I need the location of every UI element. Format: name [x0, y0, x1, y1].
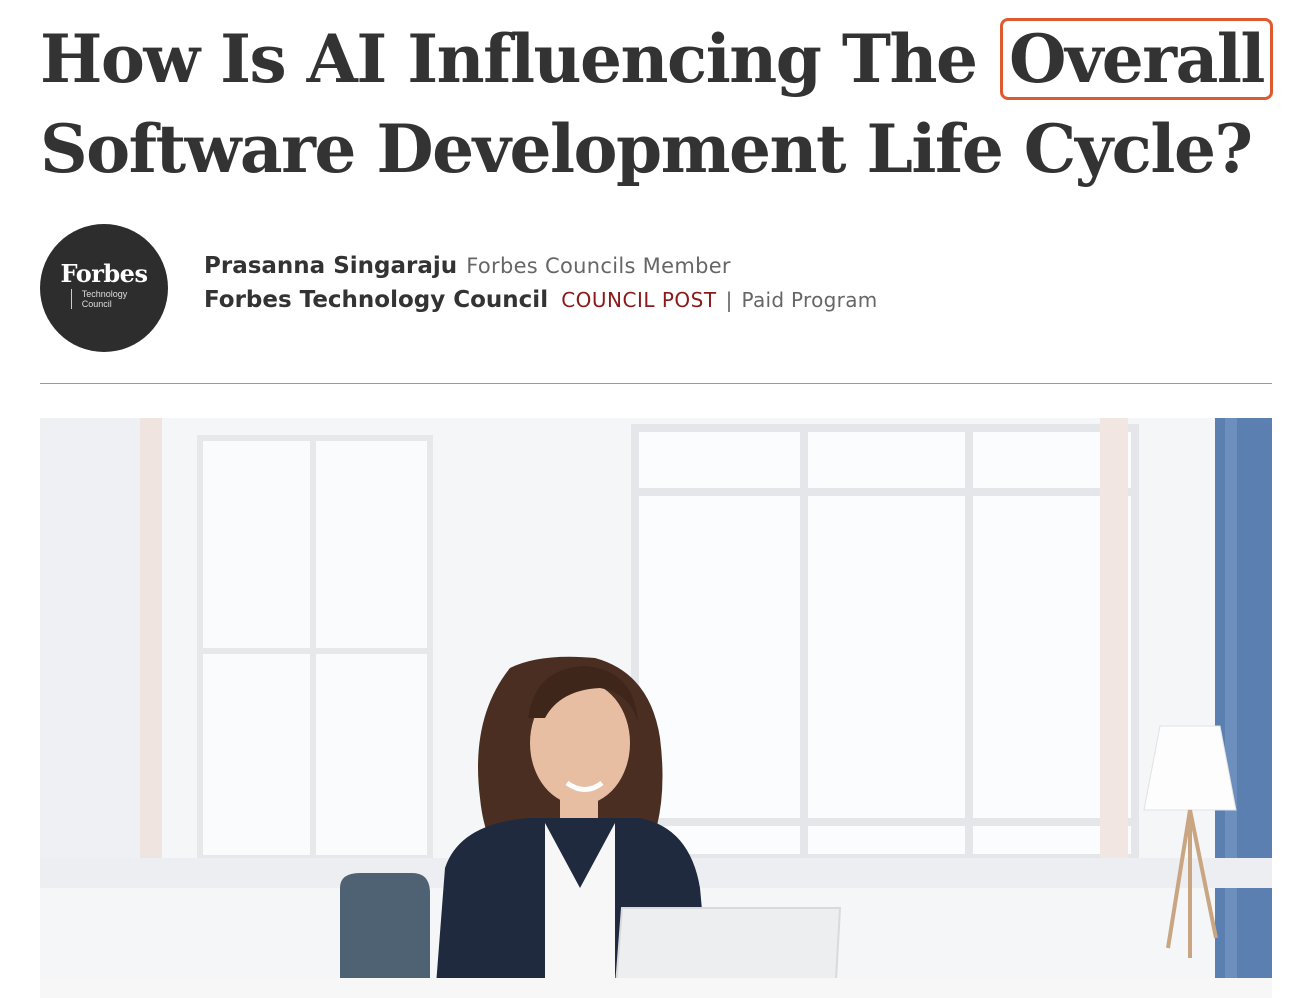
council-row: Forbes Technology Council COUNCIL POST |…	[204, 284, 878, 318]
forbes-logo-text: Forbes	[60, 259, 148, 288]
author-name-link[interactable]: Prasanna Singaraju	[204, 253, 457, 279]
member-label: Forbes Councils Member	[466, 254, 731, 278]
byline-separator: |	[725, 288, 733, 312]
logo-divider	[70, 289, 72, 309]
desk	[40, 978, 1272, 998]
logo-sub-line-1: Technology	[81, 289, 128, 299]
section-divider	[40, 383, 1272, 384]
hero-illustration	[40, 418, 1272, 998]
byline: Forbes Technology Council Prasanna Singa…	[40, 224, 1272, 354]
article-page: How Is AI Influencing The Overall Softwa…	[0, 0, 1296, 998]
logo-sub-line-2: Council	[81, 299, 112, 309]
paid-program-label[interactable]: Paid Program	[742, 288, 878, 312]
hero-image	[40, 418, 1272, 998]
author-block: Prasanna Singaraju Forbes Councils Membe…	[204, 250, 878, 318]
headline-line-2: Software Development Life Cycle?	[40, 110, 1253, 188]
headline-text-1: How Is AI Influencing The	[40, 20, 978, 98]
highlighted-word: Overall	[999, 18, 1273, 100]
author-row: Prasanna Singaraju Forbes Councils Membe…	[204, 250, 878, 284]
council-name-link[interactable]: Forbes Technology Council	[204, 287, 548, 313]
headline-line-1: How Is AI Influencing The Overall	[40, 14, 1280, 104]
council-logo-sub: Technology Council	[70, 289, 128, 309]
post-type-label[interactable]: COUNCIL POST	[561, 288, 716, 312]
article-headline: How Is AI Influencing The Overall Softwa…	[40, 14, 1280, 194]
council-avatar[interactable]: Forbes Technology Council	[40, 224, 168, 352]
